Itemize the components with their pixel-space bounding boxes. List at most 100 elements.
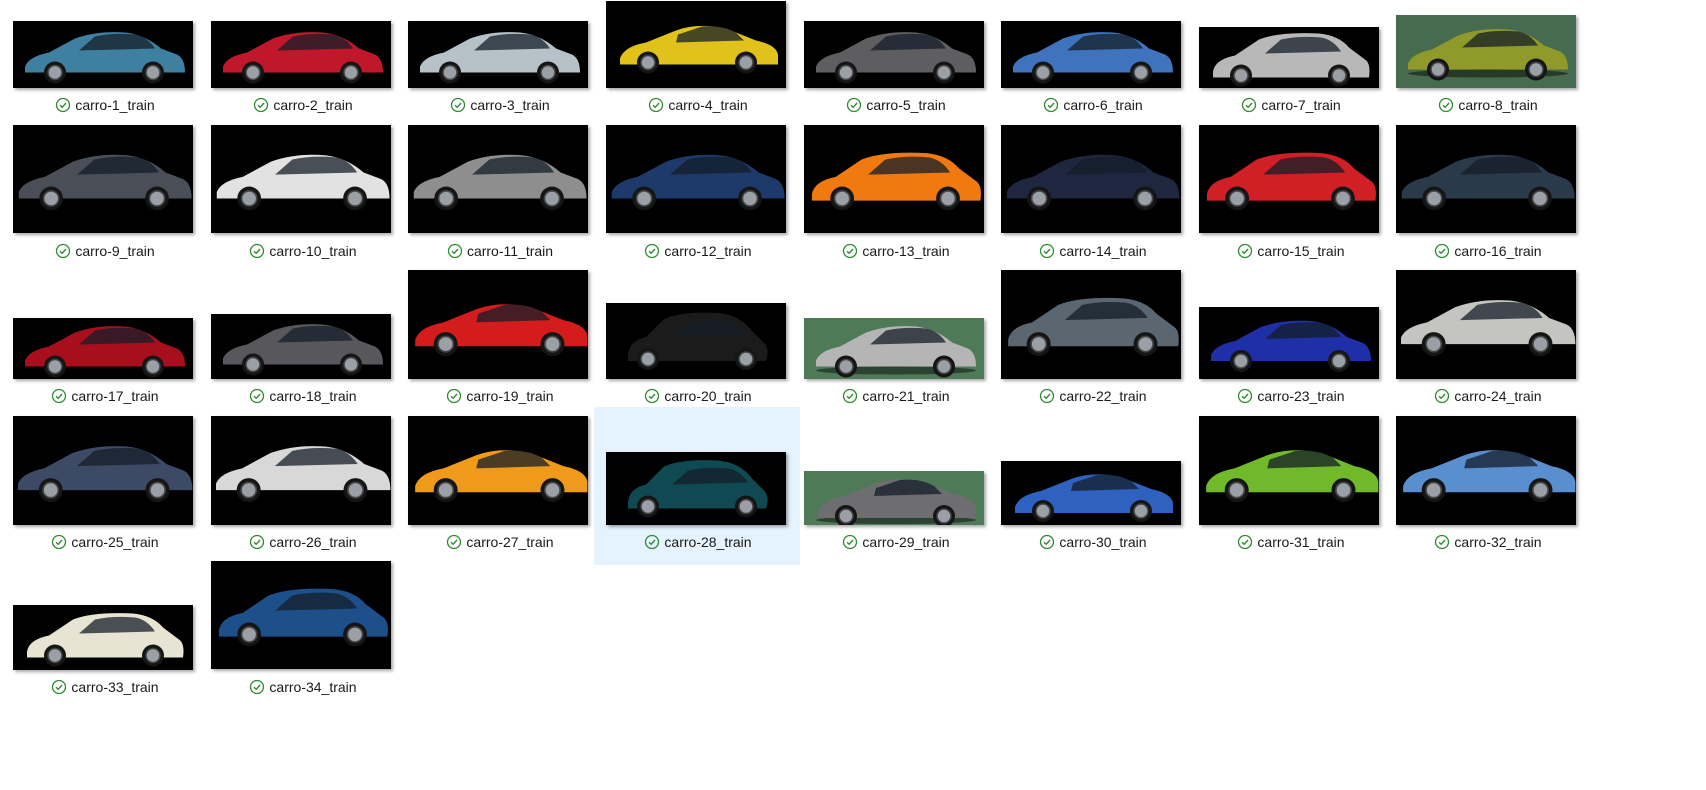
file-item[interactable]: carro-28_train [594,407,800,565]
thumbnail-area [793,117,999,249]
file-item[interactable]: carro-29_train [792,407,998,565]
thumbnail-area [200,1,406,133]
car-thumbnail-image [606,125,786,233]
file-label: carro-11_train [397,243,603,259]
file-item[interactable]: carro-30_train [989,407,1195,565]
sync-check-icon [644,534,660,550]
sync-check-icon [842,388,858,404]
file-label: carro-28_train [595,534,801,550]
thumbnail-area [1385,117,1591,249]
thumbnail-area [1385,1,1591,133]
car-thumbnail-image [13,125,193,233]
car-thumbnail-image [1199,307,1379,379]
car-thumbnail-image [211,314,391,379]
sync-check-icon [1039,243,1055,259]
file-item[interactable]: carro-11_train [396,116,602,274]
file-name: carro-6_train [1063,97,1143,113]
file-item[interactable]: carro-33_train [1,552,207,710]
file-name: carro-8_train [1458,97,1538,113]
file-item[interactable]: carro-18_train [199,261,405,419]
car-thumbnail-image [804,318,984,379]
file-item[interactable]: carro-27_train [396,407,602,565]
file-item[interactable]: carro-15_train [1187,116,1393,274]
sync-check-icon [644,243,660,259]
file-item[interactable]: carro-24_train [1384,261,1590,419]
car-thumbnail-image [1199,125,1379,233]
thumbnail-area [793,262,999,394]
file-label: carro-8_train [1385,97,1591,113]
sync-check-icon [1237,243,1253,259]
file-item[interactable]: carro-22_train [989,261,1195,419]
file-name: carro-26_train [269,534,357,550]
file-label: carro-19_train [397,388,603,404]
file-name: carro-2_train [273,97,353,113]
sync-check-icon [446,388,462,404]
sync-check-icon [1039,534,1055,550]
file-name: carro-1_train [75,97,155,113]
sync-check-icon [51,534,67,550]
file-label: carro-32_train [1385,534,1591,550]
thumbnail-area [2,262,208,394]
file-name: carro-27_train [466,534,554,550]
file-name: carro-14_train [1059,243,1147,259]
file-item[interactable]: carro-23_train [1187,261,1393,419]
file-name: carro-17_train [71,388,159,404]
file-label: carro-6_train [990,97,1196,113]
sync-check-icon [55,243,71,259]
file-label: carro-15_train [1188,243,1394,259]
file-name: carro-28_train [664,534,752,550]
sync-check-icon [249,534,265,550]
file-label: carro-18_train [200,388,406,404]
file-item[interactable]: carro-25_train [1,407,207,565]
thumbnail-area [2,1,208,133]
file-item[interactable]: carro-26_train [199,407,405,565]
file-label: carro-10_train [200,243,406,259]
file-item[interactable]: carro-9_train [1,116,207,274]
sync-check-icon [648,97,664,113]
file-name: carro-21_train [862,388,950,404]
file-name: carro-33_train [71,679,159,695]
file-name: carro-18_train [269,388,357,404]
car-thumbnail-image [1396,270,1576,379]
sync-check-icon [1039,388,1055,404]
file-item[interactable]: carro-21_train [792,261,998,419]
file-item[interactable]: carro-13_train [792,116,998,274]
thumbnail-area [397,408,603,540]
file-name: carro-22_train [1059,388,1147,404]
file-item[interactable]: carro-12_train [594,116,800,274]
thumbnail-area [2,553,208,685]
file-item[interactable]: carro-31_train [1187,407,1393,565]
file-item[interactable]: carro-19_train [396,261,602,419]
file-label: carro-17_train [2,388,208,404]
file-item[interactable]: carro-17_train [1,261,207,419]
file-label: carro-4_train [595,97,801,113]
thumbnail-area [793,408,999,540]
file-item[interactable]: carro-32_train [1384,407,1590,565]
sync-check-icon [51,388,67,404]
file-item[interactable]: carro-34_train [199,552,405,710]
sync-check-icon [644,388,660,404]
car-thumbnail-image [408,125,588,233]
car-thumbnail-image [1396,125,1576,233]
thumbnail-area [1188,117,1394,249]
file-item[interactable]: carro-14_train [989,116,1195,274]
file-thumbnail-grid: carro-1_train carro-2_train carro-3_train c… [0,0,1706,790]
sync-check-icon [446,534,462,550]
file-label: carro-3_train [397,97,603,113]
file-label: carro-33_train [2,679,208,695]
sync-check-icon [249,679,265,695]
thumbnail-area [793,1,999,133]
thumbnail-area [1188,1,1394,133]
file-item[interactable]: carro-20_train [594,261,800,419]
file-item[interactable]: carro-10_train [199,116,405,274]
car-thumbnail-image [606,452,786,525]
sync-check-icon [55,97,71,113]
thumbnail-area [1188,408,1394,540]
file-item[interactable]: carro-16_train [1384,116,1590,274]
file-label: carro-14_train [990,243,1196,259]
file-name: carro-29_train [862,534,950,550]
thumbnail-area [595,408,801,540]
car-thumbnail-image [211,561,391,669]
file-label: carro-26_train [200,534,406,550]
sync-check-icon [842,243,858,259]
